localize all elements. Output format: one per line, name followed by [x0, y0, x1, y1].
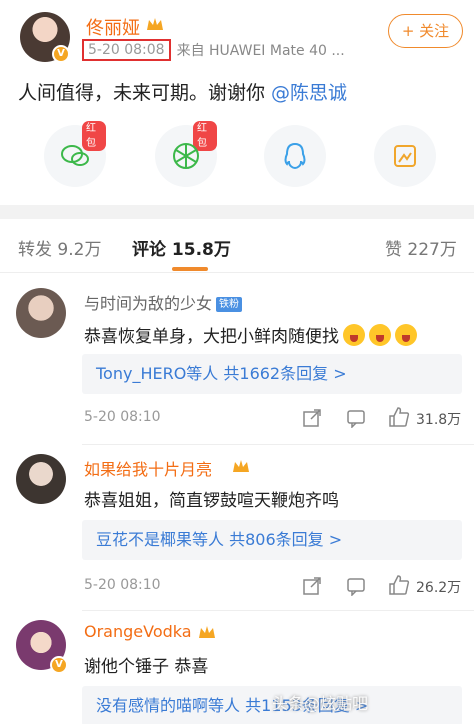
share-wechat-button[interactable]: 红包	[44, 121, 106, 187]
divider	[82, 444, 474, 445]
comment-author[interactable]: OrangeVodka	[84, 622, 192, 641]
share-icon[interactable]	[302, 576, 322, 596]
surprised-emoji-icon	[395, 324, 417, 346]
qzone-icon	[394, 145, 416, 167]
comment-text: 谢他个锤子 恭喜	[84, 657, 209, 677]
post-body: 人间值得，未来可期。谢谢你	[18, 82, 272, 104]
active-tab-indicator	[172, 267, 208, 271]
share-icon[interactable]	[302, 408, 322, 428]
tab-comments[interactable]: 评论 15.8万	[132, 235, 231, 260]
surprised-emoji-icon	[343, 324, 365, 346]
comment-author[interactable]: 与时间为敌的少女 铁粉	[84, 290, 243, 314]
comment-author[interactable]: 如果给我十片月亮	[84, 456, 212, 480]
share-moments-button[interactable]: 红包	[155, 121, 217, 187]
crown-icon	[199, 626, 215, 638]
comment-time: 5-20 08:10	[84, 409, 161, 425]
watermark: 头条@炫贴吧	[272, 694, 369, 713]
section-gap	[0, 205, 474, 219]
comment-time: 5-20 08:10	[84, 577, 161, 593]
share-qzone-button[interactable]	[374, 125, 436, 187]
surprised-emoji-icon	[369, 324, 391, 346]
comment-text: 恭喜姐姐，简直锣鼓喧天鞭炮齐鸣	[84, 491, 339, 511]
thumbs-up-icon[interactable]	[388, 574, 410, 596]
moments-icon	[173, 143, 199, 169]
post-time: 5-20 08:08	[82, 39, 171, 61]
post-meta: 5-20 08:08 来自 HUAWEI Mate 40 ...	[82, 38, 345, 62]
like-count: 31.8万	[416, 412, 462, 428]
wechat-icon	[61, 145, 89, 166]
comment-text: 恭喜恢复单身，大把小鲜肉随便找	[84, 322, 417, 347]
crown-icon	[233, 460, 249, 472]
like-count: 26.2万	[416, 580, 462, 596]
reply-summary-link[interactable]: Tony_HERO等人 共1662条回复 >	[82, 354, 462, 394]
verified-badge-icon: V	[52, 45, 70, 63]
author-name[interactable]: 佟丽娅	[86, 14, 140, 40]
verified-badge-icon: V	[50, 656, 68, 674]
tab-likes[interactable]: 赞 227万	[385, 235, 457, 260]
follow-button[interactable]: + 关注	[388, 14, 463, 48]
comment-icon[interactable]	[346, 576, 366, 596]
tab-repost[interactable]: 转发 9.2万	[18, 235, 101, 260]
crown-icon	[147, 18, 163, 30]
avatar[interactable]	[16, 454, 66, 504]
post-card: V 佟丽娅 + 关注 5-20 08:08 来自 HUAWEI Mate 40 …	[0, 0, 474, 205]
share-row: 红包 红包	[0, 121, 474, 187]
qq-icon	[284, 142, 306, 170]
avatar[interactable]	[16, 288, 66, 338]
reply-summary-link[interactable]: 豆花不是椰果等人 共806条回复 >	[82, 520, 462, 560]
comment-icon[interactable]	[346, 408, 366, 428]
thumbs-up-icon[interactable]	[388, 406, 410, 428]
fan-badge: 铁粉	[216, 297, 243, 312]
comment-tabs: 转发 9.2万 评论 15.8万 赞 227万	[0, 219, 474, 273]
divider	[82, 610, 474, 611]
post-source: 来自 HUAWEI Mate 40 ...	[176, 43, 345, 59]
post-text: 人间值得，未来可期。谢谢你 @陈思诚	[18, 78, 347, 105]
mention-link[interactable]: @陈思诚	[271, 82, 347, 104]
share-qq-button[interactable]	[264, 125, 326, 187]
